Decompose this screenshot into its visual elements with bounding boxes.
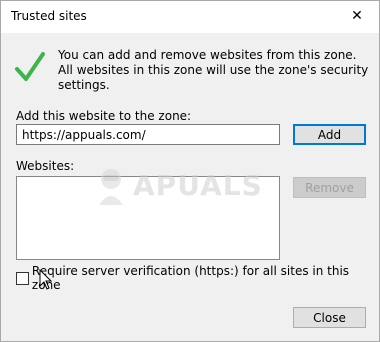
add-button[interactable]: Add: [293, 124, 366, 145]
close-button[interactable]: Close: [293, 307, 366, 328]
remove-button[interactable]: Remove: [293, 177, 366, 198]
intro-text: You can add and remove websites from thi…: [58, 48, 369, 92]
window-title: Trusted sites: [11, 9, 87, 23]
close-icon: ✕: [351, 8, 363, 24]
trusted-sites-dialog: Trusted sites ✕ You can add and remove w…: [0, 0, 380, 342]
mouse-pointer-icon: [39, 269, 53, 290]
dialog-content: You can add and remove websites from thi…: [1, 33, 379, 341]
title-bar: Trusted sites ✕: [1, 1, 379, 33]
verification-label[interactable]: Require server verification (https:) for…: [32, 264, 379, 292]
websites-label: Websites:: [16, 159, 75, 173]
verification-checkbox[interactable]: [16, 271, 29, 285]
mascot-icon: [99, 169, 123, 205]
verification-row[interactable]: Require server verification (https:) for…: [16, 264, 379, 292]
close-window-button[interactable]: ✕: [335, 1, 379, 31]
website-input[interactable]: [16, 124, 280, 145]
watermark-text: APUALS: [133, 168, 263, 202]
add-website-label: Add this website to the zone:: [16, 109, 192, 123]
appuals-watermark: APUALS: [91, 165, 291, 205]
check-icon: [15, 52, 45, 81]
